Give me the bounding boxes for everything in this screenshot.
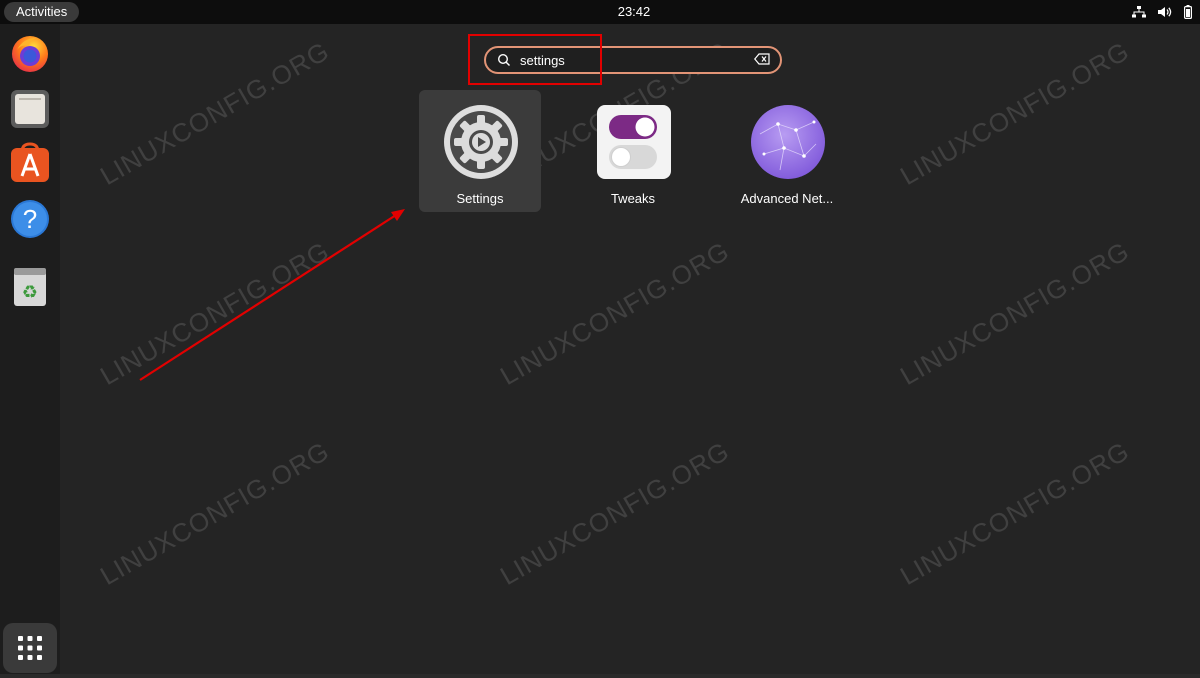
result-label-settings: Settings xyxy=(456,191,504,206)
network-globe-icon xyxy=(751,105,825,179)
dock-item-help[interactable]: ? xyxy=(9,198,51,240)
svg-text:?: ? xyxy=(23,204,37,234)
result-settings[interactable]: Settings xyxy=(419,90,541,212)
result-advanced-network[interactable]: Advanced Net... xyxy=(726,90,848,212)
files-icon xyxy=(11,90,49,128)
trash-icon: ♻ xyxy=(14,268,46,306)
toggle-icon xyxy=(597,105,671,179)
show-apps-button[interactable] xyxy=(3,623,57,673)
dock: ? ♻ xyxy=(0,24,61,674)
dock-item-firefox[interactable] xyxy=(9,32,51,74)
dock-item-app-center[interactable] xyxy=(9,142,51,184)
dock-item-files[interactable] xyxy=(9,88,51,130)
grid-icon xyxy=(18,636,42,660)
network-icon xyxy=(1132,6,1146,18)
svg-text:♻: ♻ xyxy=(22,282,38,303)
dock-item-trash[interactable]: ♻ xyxy=(9,266,51,308)
firefox-icon xyxy=(12,36,48,72)
search-icon xyxy=(497,53,510,66)
help-icon: ? xyxy=(11,200,49,238)
result-label-tweaks: Tweaks xyxy=(610,191,656,206)
volume-icon xyxy=(1158,7,1172,17)
clock[interactable]: 23:42 xyxy=(0,0,1200,24)
result-label-advanced-network: Advanced Net... xyxy=(740,191,834,206)
search-input[interactable] xyxy=(520,51,740,69)
activities-button[interactable]: Activities xyxy=(4,2,80,22)
result-tweaks[interactable]: Tweaks xyxy=(572,90,694,212)
gear-icon xyxy=(444,105,518,179)
clear-search-icon[interactable] xyxy=(754,53,770,65)
search-box[interactable] xyxy=(484,46,782,74)
top-bar: Activities 23:42 xyxy=(0,0,1200,24)
app-store-icon xyxy=(11,142,49,182)
battery-icon xyxy=(1184,5,1192,19)
system-tray[interactable] xyxy=(1132,0,1192,24)
